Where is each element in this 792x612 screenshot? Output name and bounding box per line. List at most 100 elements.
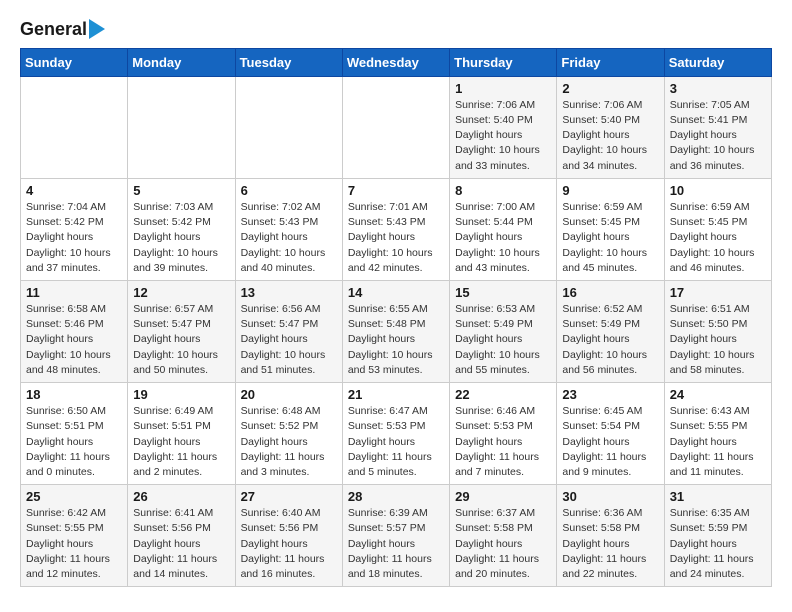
page-header: General	[20, 16, 772, 40]
calendar-cell: 26Sunrise: 6:41 AMSunset: 5:56 PMDayligh…	[128, 485, 235, 587]
day-number: 6	[241, 183, 337, 198]
day-info: Sunrise: 6:51 AMSunset: 5:50 PMDaylight …	[670, 302, 766, 378]
day-info: Sunrise: 6:40 AMSunset: 5:56 PMDaylight …	[241, 506, 337, 582]
calendar-cell: 21Sunrise: 6:47 AMSunset: 5:53 PMDayligh…	[342, 383, 449, 485]
calendar-cell: 4 Sunrise: 7:04 AMSunset: 5:42 PMDaylight…	[21, 178, 128, 280]
day-info: Sunrise: 6:59 AMSunset: 5:45 PMDaylight …	[670, 200, 766, 276]
day-info: Sunrise: 7:06 AMSunset: 5:40 PMDaylight …	[455, 98, 551, 174]
day-info: Sunrise: 6:48 AMSunset: 5:52 PMDaylight …	[241, 404, 337, 480]
day-number: 11	[26, 285, 122, 300]
day-info: Sunrise: 7:06 AMSunset: 5:40 PMDaylight …	[562, 98, 658, 174]
day-number: 29	[455, 489, 551, 504]
day-number: 14	[348, 285, 444, 300]
day-number: 2	[562, 81, 658, 96]
weekday-header: Monday	[128, 48, 235, 76]
calendar-week-row: 25Sunrise: 6:42 AMSunset: 5:55 PMDayligh…	[21, 485, 772, 587]
logo: General	[20, 20, 105, 40]
calendar-cell	[21, 76, 128, 178]
day-info: Sunrise: 7:04 AMSunset: 5:42 PMDaylight …	[26, 200, 122, 276]
day-info: Sunrise: 7:05 AMSunset: 5:41 PMDaylight …	[670, 98, 766, 174]
calendar-cell: 31 Sunrise: 6:35 AMSunset: 5:59 PMDayligh…	[664, 485, 771, 587]
calendar-cell: 24 Sunrise: 6:43 AMSunset: 5:55 PMDayligh…	[664, 383, 771, 485]
weekday-row: SundayMondayTuesdayWednesdayThursdayFrid…	[21, 48, 772, 76]
calendar-cell: 6 Sunrise: 7:02 AMSunset: 5:43 PMDaylight…	[235, 178, 342, 280]
day-number: 10	[670, 183, 766, 198]
day-info: Sunrise: 6:50 AMSunset: 5:51 PMDaylight …	[26, 404, 122, 480]
calendar-week-row: 18 Sunrise: 6:50 AMSunset: 5:51 PMDayligh…	[21, 383, 772, 485]
day-info: Sunrise: 6:56 AMSunset: 5:47 PMDaylight …	[241, 302, 337, 378]
day-info: Sunrise: 6:57 AMSunset: 5:47 PMDaylight …	[133, 302, 229, 378]
calendar-cell: 29 Sunrise: 6:37 AMSunset: 5:58 PMDayligh…	[450, 485, 557, 587]
day-number: 3	[670, 81, 766, 96]
weekday-header: Wednesday	[342, 48, 449, 76]
day-info: Sunrise: 6:37 AMSunset: 5:58 PMDaylight …	[455, 506, 551, 582]
calendar-cell: 8Sunrise: 7:00 AMSunset: 5:44 PMDaylight…	[450, 178, 557, 280]
weekday-header: Tuesday	[235, 48, 342, 76]
calendar-cell: 12 Sunrise: 6:57 AMSunset: 5:47 PMDayligh…	[128, 280, 235, 382]
day-number: 1	[455, 81, 551, 96]
calendar-week-row: 4 Sunrise: 7:04 AMSunset: 5:42 PMDaylight…	[21, 178, 772, 280]
day-number: 21	[348, 387, 444, 402]
weekday-header: Thursday	[450, 48, 557, 76]
day-number: 12	[133, 285, 229, 300]
calendar-cell: 3 Sunrise: 7:05 AMSunset: 5:41 PMDaylight…	[664, 76, 771, 178]
day-number: 25	[26, 489, 122, 504]
calendar-cell: 14 Sunrise: 6:55 AMSunset: 5:48 PMDayligh…	[342, 280, 449, 382]
day-info: Sunrise: 7:03 AMSunset: 5:42 PMDaylight …	[133, 200, 229, 276]
day-info: Sunrise: 6:52 AMSunset: 5:49 PMDaylight …	[562, 302, 658, 378]
day-info: Sunrise: 6:55 AMSunset: 5:48 PMDaylight …	[348, 302, 444, 378]
calendar-cell	[128, 76, 235, 178]
calendar-cell: 19 Sunrise: 6:49 AMSunset: 5:51 PMDayligh…	[128, 383, 235, 485]
calendar-cell: 30 Sunrise: 6:36 AMSunset: 5:58 PMDayligh…	[557, 485, 664, 587]
calendar-cell: 7Sunrise: 7:01 AMSunset: 5:43 PMDaylight…	[342, 178, 449, 280]
calendar-cell	[342, 76, 449, 178]
calendar-body: 1 Sunrise: 7:06 AMSunset: 5:40 PMDaylight…	[21, 76, 772, 586]
day-info: Sunrise: 6:41 AMSunset: 5:56 PMDaylight …	[133, 506, 229, 582]
day-number: 19	[133, 387, 229, 402]
day-info: Sunrise: 6:45 AMSunset: 5:54 PMDaylight …	[562, 404, 658, 480]
day-info: Sunrise: 6:53 AMSunset: 5:49 PMDaylight …	[455, 302, 551, 378]
day-number: 5	[133, 183, 229, 198]
logo-arrow-icon	[89, 19, 105, 39]
day-info: Sunrise: 6:36 AMSunset: 5:58 PMDaylight …	[562, 506, 658, 582]
calendar-cell: 10 Sunrise: 6:59 AMSunset: 5:45 PMDayligh…	[664, 178, 771, 280]
day-number: 4	[26, 183, 122, 198]
day-info: Sunrise: 6:49 AMSunset: 5:51 PMDaylight …	[133, 404, 229, 480]
weekday-header: Friday	[557, 48, 664, 76]
calendar-week-row: 1 Sunrise: 7:06 AMSunset: 5:40 PMDaylight…	[21, 76, 772, 178]
calendar-week-row: 11 Sunrise: 6:58 AMSunset: 5:46 PMDayligh…	[21, 280, 772, 382]
day-number: 15	[455, 285, 551, 300]
day-info: Sunrise: 7:01 AMSunset: 5:43 PMDaylight …	[348, 200, 444, 276]
calendar-cell: 28 Sunrise: 6:39 AMSunset: 5:57 PMDayligh…	[342, 485, 449, 587]
day-number: 28	[348, 489, 444, 504]
calendar-table: SundayMondayTuesdayWednesdayThursdayFrid…	[20, 48, 772, 587]
day-number: 20	[241, 387, 337, 402]
day-number: 22	[455, 387, 551, 402]
calendar-cell: 22 Sunrise: 6:46 AMSunset: 5:53 PMDayligh…	[450, 383, 557, 485]
calendar-cell: 27Sunrise: 6:40 AMSunset: 5:56 PMDayligh…	[235, 485, 342, 587]
day-info: Sunrise: 7:02 AMSunset: 5:43 PMDaylight …	[241, 200, 337, 276]
day-number: 24	[670, 387, 766, 402]
day-number: 23	[562, 387, 658, 402]
day-number: 18	[26, 387, 122, 402]
calendar-cell	[235, 76, 342, 178]
calendar-cell: 1 Sunrise: 7:06 AMSunset: 5:40 PMDaylight…	[450, 76, 557, 178]
calendar-cell: 18 Sunrise: 6:50 AMSunset: 5:51 PMDayligh…	[21, 383, 128, 485]
logo-text-line1: General	[20, 20, 87, 40]
day-info: Sunrise: 6:43 AMSunset: 5:55 PMDaylight …	[670, 404, 766, 480]
calendar-cell: 13Sunrise: 6:56 AMSunset: 5:47 PMDayligh…	[235, 280, 342, 382]
day-info: Sunrise: 7:00 AMSunset: 5:44 PMDaylight …	[455, 200, 551, 276]
weekday-header: Saturday	[664, 48, 771, 76]
day-number: 30	[562, 489, 658, 504]
day-info: Sunrise: 6:35 AMSunset: 5:59 PMDaylight …	[670, 506, 766, 582]
day-number: 9	[562, 183, 658, 198]
day-info: Sunrise: 6:46 AMSunset: 5:53 PMDaylight …	[455, 404, 551, 480]
day-number: 17	[670, 285, 766, 300]
calendar-cell: 11 Sunrise: 6:58 AMSunset: 5:46 PMDayligh…	[21, 280, 128, 382]
day-number: 31	[670, 489, 766, 504]
day-info: Sunrise: 6:58 AMSunset: 5:46 PMDaylight …	[26, 302, 122, 378]
day-info: Sunrise: 6:59 AMSunset: 5:45 PMDaylight …	[562, 200, 658, 276]
day-info: Sunrise: 6:39 AMSunset: 5:57 PMDaylight …	[348, 506, 444, 582]
day-number: 16	[562, 285, 658, 300]
calendar-cell: 20 Sunrise: 6:48 AMSunset: 5:52 PMDayligh…	[235, 383, 342, 485]
